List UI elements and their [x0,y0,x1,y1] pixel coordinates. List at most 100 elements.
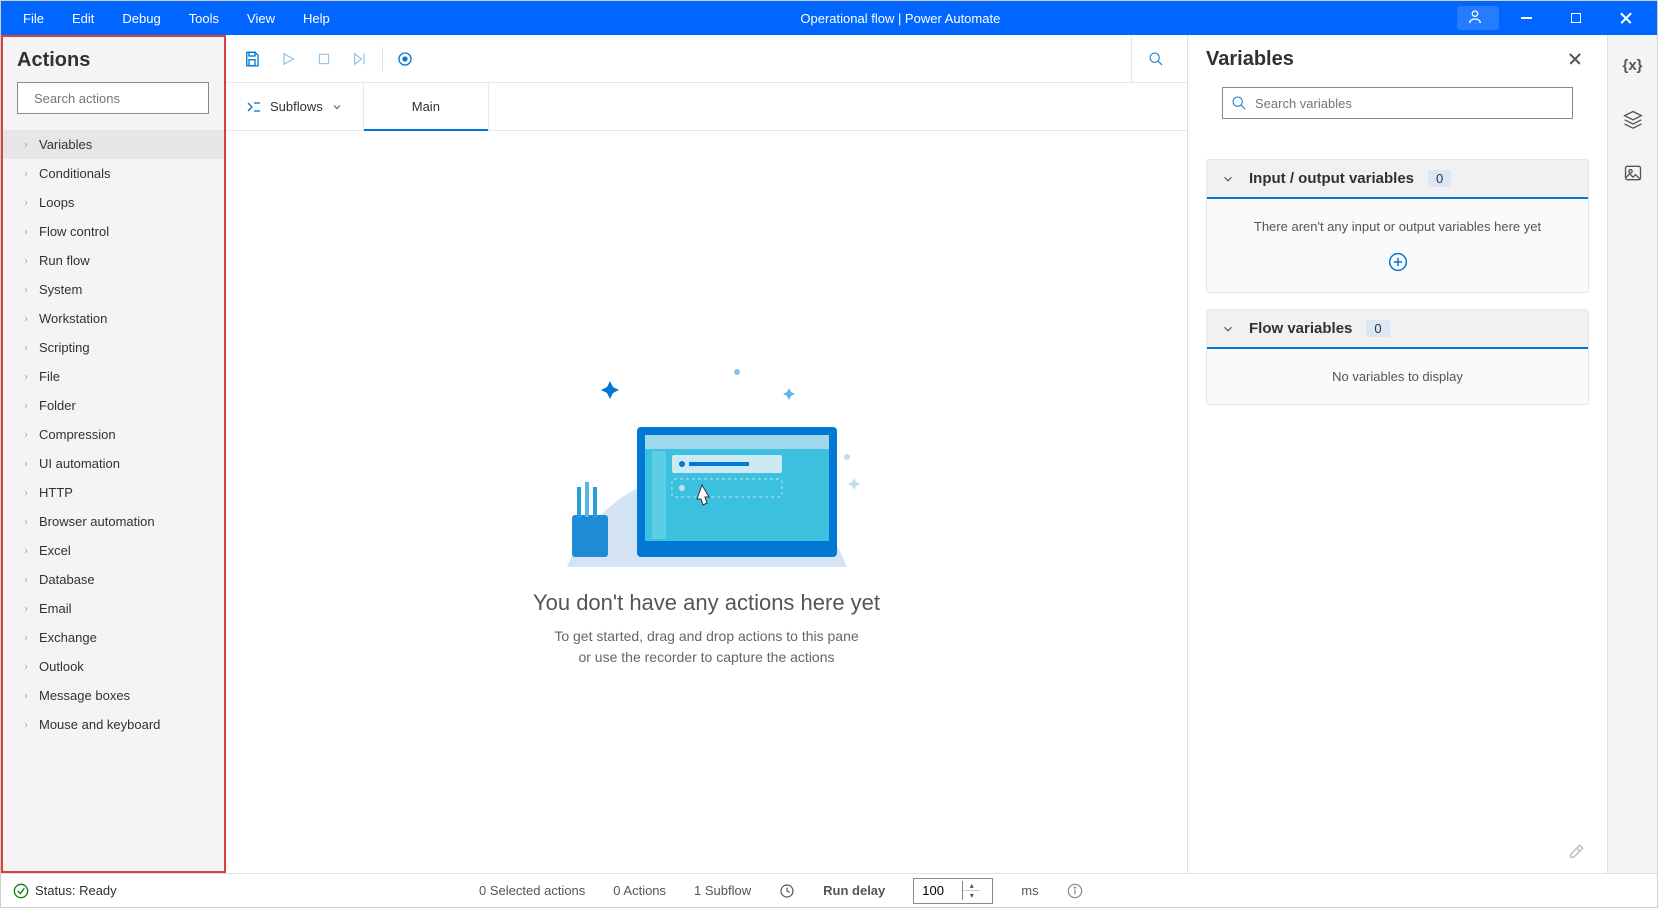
recorder-button[interactable] [387,41,423,77]
action-category-label: System [39,282,82,297]
action-category-flow-control[interactable]: Flow control [1,217,225,246]
action-category-run-flow[interactable]: Run flow [1,246,225,275]
action-category-excel[interactable]: Excel [1,536,225,565]
menu-file[interactable]: File [9,1,58,35]
action-category-folder[interactable]: Folder [1,391,225,420]
flow-variables-title: Flow variables [1249,320,1352,337]
account-icon [1467,9,1483,28]
minimize-button[interactable] [1503,1,1549,35]
action-category-conditionals[interactable]: Conditionals [1,159,225,188]
action-category-outlook[interactable]: Outlook [1,652,225,681]
flow-variables-count: 0 [1366,320,1389,337]
action-category-variables[interactable]: Variables [1,130,225,159]
variables-search[interactable] [1222,87,1573,119]
chevron-right-icon [21,720,31,730]
action-category-exchange[interactable]: Exchange [1,623,225,652]
chevron-right-icon [21,662,31,672]
account-button[interactable] [1457,6,1499,30]
step-button[interactable] [342,41,378,77]
tab-main[interactable]: Main [364,83,489,130]
delay-increment-button[interactable]: ▴ [963,881,980,891]
delay-decrement-button[interactable]: ▾ [963,891,980,900]
chevron-right-icon [21,343,31,353]
eraser-icon[interactable] [1567,843,1585,864]
chevron-down-icon [1221,322,1235,336]
action-category-label: Loops [39,195,74,210]
action-category-database[interactable]: Database [1,565,225,594]
flow-variables-header[interactable]: Flow variables 0 [1207,310,1588,349]
titlebar: File Edit Debug Tools View Help Operatio… [1,1,1657,35]
close-button[interactable] [1603,1,1649,35]
plus-circle-icon [1388,252,1408,272]
io-variables-header[interactable]: Input / output variables 0 [1207,160,1588,199]
rail-ui-elements-button[interactable] [1613,103,1653,135]
action-category-compression[interactable]: Compression [1,420,225,449]
chevron-right-icon [21,285,31,295]
action-category-loops[interactable]: Loops [1,188,225,217]
action-category-label: File [39,369,60,384]
actions-category-list[interactable]: VariablesConditionals Loops Flow control Ru… [1,126,225,873]
variables-close-button[interactable] [1559,43,1591,75]
menu-help[interactable]: Help [289,1,344,35]
action-category-ui-automation[interactable]: UI automation [1,449,225,478]
menu-edit[interactable]: Edit [58,1,108,35]
statusbar: Status: Ready 0 Selected actions 0 Actio… [1,873,1657,907]
add-io-variable-button[interactable] [1223,252,1572,272]
io-variables-empty-text: There aren't any input or output variabl… [1223,219,1572,234]
menu-debug[interactable]: Debug [108,1,174,35]
run-delay-field[interactable] [914,883,962,898]
search-icon [1231,95,1247,111]
info-icon[interactable] [1067,883,1083,899]
actions-search-input[interactable] [34,91,210,106]
action-category-message-boxes[interactable]: Message boxes [1,681,225,710]
run-delay-input[interactable]: ▴ ▾ [913,878,993,904]
action-category-browser-automation[interactable]: Browser automation [1,507,225,536]
step-icon [351,51,369,67]
variables-search-input[interactable] [1255,96,1564,111]
actions-search[interactable] [17,82,209,114]
status-text: Status: Ready [35,883,117,898]
chevron-right-icon [21,401,31,411]
save-button[interactable] [234,41,270,77]
empty-state-title: You don't have any actions here yet [533,590,880,616]
action-category-system[interactable]: System [1,275,225,304]
flow-canvas[interactable]: You don't have any actions here yet To g… [226,131,1187,873]
flow-variables-card: Flow variables 0 No variables to display [1206,309,1589,405]
action-category-label: Browser automation [39,514,155,529]
action-category-label: Flow control [39,224,109,239]
stop-button[interactable] [306,41,342,77]
action-category-label: Outlook [39,659,84,674]
chevron-right-icon [21,256,31,266]
menu-tools[interactable]: Tools [175,1,233,35]
run-delay-unit: ms [1021,883,1038,898]
chevron-right-icon [21,372,31,382]
action-category-http[interactable]: HTTP [1,478,225,507]
minimize-icon [1521,17,1532,19]
right-rail: {x} [1607,35,1657,873]
variables-panel: Variables Input / output variables 0 [1187,35,1607,873]
action-category-email[interactable]: Email [1,594,225,623]
action-category-label: Email [39,601,72,616]
action-category-file[interactable]: File [1,362,225,391]
run-button[interactable] [270,41,306,77]
variables-panel-title: Variables [1206,48,1294,71]
canvas-search-button[interactable] [1131,35,1179,83]
record-icon [396,50,414,68]
chevron-right-icon [21,517,31,527]
action-category-mouse-and-keyboard[interactable]: Mouse and keyboard [1,710,225,739]
menu-view[interactable]: View [233,1,289,35]
chevron-right-icon [21,314,31,324]
action-category-workstation[interactable]: Workstation [1,304,225,333]
maximize-button[interactable] [1553,1,1599,35]
subflows-count: 1 Subflow [694,883,751,898]
subflows-dropdown[interactable]: Subflows [226,83,364,130]
rail-images-button[interactable] [1613,157,1653,189]
search-icon [1148,51,1164,67]
action-category-label: Exchange [39,630,97,645]
rail-variables-button[interactable]: {x} [1613,49,1653,81]
flow-variables-empty-text: No variables to display [1223,369,1572,384]
chevron-right-icon [21,169,31,179]
chevron-right-icon [21,546,31,556]
action-category-scripting[interactable]: Scripting [1,333,225,362]
subflows-label: Subflows [270,99,323,114]
